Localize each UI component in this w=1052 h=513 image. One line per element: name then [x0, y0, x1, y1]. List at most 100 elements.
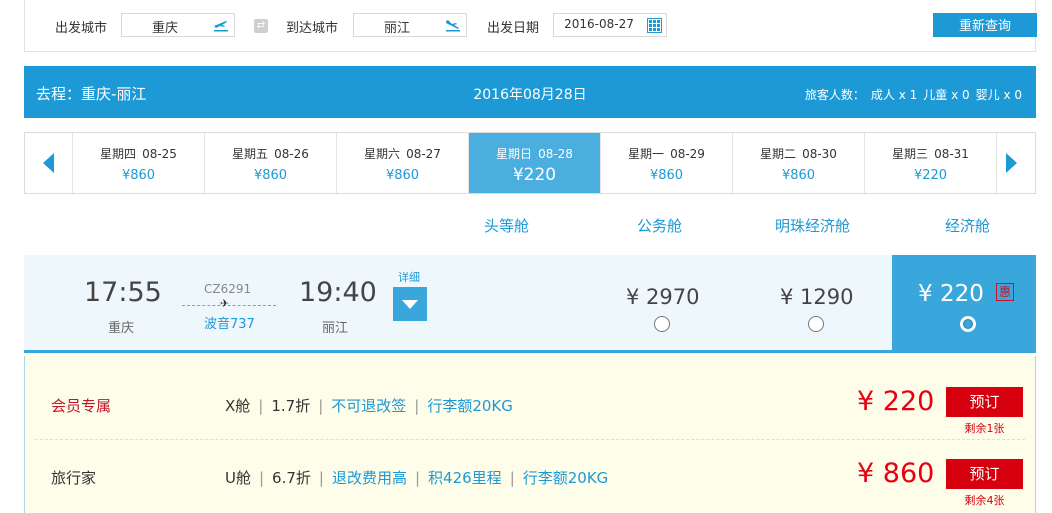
- detail-label[interactable]: 详细: [398, 269, 420, 285]
- lowest-price: ¥220: [512, 165, 557, 185]
- discount-badge: 惠: [996, 283, 1014, 301]
- date-label: 出发日期: [487, 21, 540, 36]
- date-value: 2016-08-27: [564, 17, 634, 31]
- departure-city: 重庆: [108, 321, 135, 336]
- date-input[interactable]: 2016-08-27: [553, 13, 667, 37]
- expand-detail-button[interactable]: [393, 287, 427, 321]
- flight-row: 17:55 重庆 CZ6291 ✈ 波音737 19:40 丽江 详细 ¥ 29…: [24, 255, 1036, 353]
- date: 08-25: [142, 147, 177, 161]
- date: 08-28: [538, 147, 573, 161]
- seats-remaining: 剩余4张: [964, 494, 1005, 507]
- lowest-price: ¥860: [781, 168, 816, 183]
- date-selector: 星期四 08-25 ¥860 星期五 08-26 ¥860 星期六 08-27 ¥86…: [24, 132, 1036, 194]
- price-economy: ¥ 220: [918, 281, 984, 307]
- fare-price: ¥ 860: [857, 458, 935, 489]
- lowest-price: ¥220: [913, 168, 948, 183]
- price-pearl-economy: ¥ 1290: [780, 285, 854, 309]
- lowest-price: ¥860: [385, 168, 420, 183]
- baggage-link[interactable]: 行李额20KG: [523, 469, 609, 487]
- plane-type[interactable]: 波音737: [204, 313, 255, 332]
- arrow-left-icon: [43, 153, 54, 173]
- cabin-header-economy: 经济舱: [945, 217, 991, 235]
- calendar-icon[interactable]: [647, 18, 662, 33]
- fare-options-panel: 会员专属 X舱 | 1.7折 | 不可退改签 | 行李额20KG ¥ 220 预订 剩余1张…: [24, 356, 1036, 513]
- fare-name: 旅行家: [51, 469, 97, 487]
- passenger-count: 旅客人数： 成人 x 1 儿童 x 0 婴儿 x 0: [799, 86, 1022, 103]
- date: 08-26: [274, 147, 309, 161]
- book-button[interactable]: 预订: [946, 387, 1023, 417]
- weekday: 星期四: [100, 147, 137, 161]
- adult-count: 成人 x 1: [870, 88, 918, 102]
- to-city-value: 丽江: [383, 21, 410, 36]
- date: 08-27: [406, 147, 441, 161]
- cabin-header-pearl-economy: 明珠经济舱: [775, 217, 851, 235]
- to-city-label: 到达城市: [286, 21, 339, 36]
- swap-cities-icon[interactable]: ⇄: [254, 19, 268, 33]
- infant-count: 婴儿 x 0: [975, 88, 1022, 102]
- weekday: 星期五: [232, 147, 269, 161]
- prev-dates-button[interactable]: [25, 133, 73, 193]
- radio-dot: [964, 320, 972, 328]
- arrival-city: 丽江: [322, 321, 349, 336]
- fare-details: U舱 | 6.7折 | 退改费用高 | 积426里程 | 行李额20KG: [225, 469, 609, 487]
- weekday: 星期三: [892, 147, 929, 161]
- radio-first-class[interactable]: [654, 316, 670, 332]
- refund-rule-link[interactable]: 不可退改签: [331, 397, 406, 415]
- lowest-price: ¥860: [253, 168, 288, 183]
- economy-cell-selected[interactable]: ¥ 220 惠: [892, 255, 1036, 353]
- date: 08-31: [934, 147, 969, 161]
- lowest-price: ¥860: [121, 168, 156, 183]
- search-bar: 出发城市 重庆 ⇄ 到达城市 丽江 出发日期 2016-08-27 重新查询: [24, 0, 1037, 52]
- arrival-plane-icon: [446, 20, 460, 32]
- from-city-value: 重庆: [151, 21, 178, 36]
- date-tab-0826[interactable]: 星期五 08-26 ¥860: [205, 133, 337, 193]
- cabin-class: X舱: [225, 397, 251, 415]
- from-city-input[interactable]: 重庆: [121, 13, 235, 37]
- book-button[interactable]: 预订: [946, 459, 1023, 489]
- arrow-right-icon: [1006, 153, 1017, 173]
- date: 08-29: [670, 147, 705, 161]
- weekday: 星期日: [496, 147, 533, 161]
- date-tab-0828-active[interactable]: 星期日 08-28 ¥220: [469, 133, 601, 193]
- price-first-class: ¥ 2970: [626, 285, 700, 309]
- date-tab-0829[interactable]: 星期一 08-29 ¥860: [601, 133, 733, 193]
- departure-plane-icon: [214, 21, 228, 32]
- radio-pearl-economy[interactable]: [808, 316, 824, 332]
- weekday: 星期一: [628, 147, 665, 161]
- date-tab-0827[interactable]: 星期六 08-27 ¥860: [337, 133, 469, 193]
- seats-remaining: 剩余1张: [964, 422, 1005, 435]
- cabin-class: U舱: [225, 469, 251, 487]
- fare-row: 旅行家 U舱 | 6.7折 | 退改费用高 | 积426里程 | 行李额20KG ¥ 860 预…: [35, 440, 1025, 512]
- fare-row: 会员专属 X舱 | 1.7折 | 不可退改签 | 行李额20KG ¥ 220 预订 剩余1张: [35, 368, 1025, 440]
- plane-icon: ✈: [220, 297, 230, 310]
- cabin-header-business: 公务舱: [637, 217, 683, 235]
- fare-price: ¥ 220: [857, 386, 935, 417]
- child-count: 儿童 x 0: [923, 88, 970, 102]
- to-city-input[interactable]: 丽江: [353, 13, 467, 37]
- research-button[interactable]: 重新查询: [933, 13, 1037, 37]
- arrival-time: 19:40: [299, 277, 377, 308]
- next-dates-button[interactable]: [987, 133, 1035, 193]
- departure-time: 17:55: [84, 277, 162, 308]
- mileage-link[interactable]: 积426里程: [428, 469, 502, 487]
- baggage-link[interactable]: 行李额20KG: [427, 397, 513, 415]
- fare-name: 会员专属: [51, 397, 112, 415]
- chevron-down-icon: [402, 300, 418, 309]
- weekday: 星期二: [760, 147, 797, 161]
- radio-economy-selected[interactable]: [960, 316, 976, 332]
- passenger-label: 旅客人数：: [804, 88, 865, 102]
- route-header: 去程：重庆-丽江 2016年08月28日 旅客人数： 成人 x 1 儿童 x 0 婴儿…: [24, 66, 1036, 118]
- date: 08-30: [802, 147, 837, 161]
- discount: 6.7折: [272, 469, 311, 487]
- date-tab-0830[interactable]: 星期二 08-30 ¥860: [733, 133, 865, 193]
- fare-details: X舱 | 1.7折 | 不可退改签 | 行李额20KG: [225, 397, 513, 415]
- discount: 1.7折: [271, 397, 311, 415]
- from-city-label: 出发城市: [55, 21, 108, 36]
- flight-number: CZ6291: [204, 282, 252, 296]
- refund-rule-link[interactable]: 退改费用高: [332, 469, 407, 487]
- date-tab-0825[interactable]: 星期四 08-25 ¥860: [73, 133, 205, 193]
- lowest-price: ¥860: [649, 168, 684, 183]
- weekday: 星期六: [364, 147, 401, 161]
- cabin-header-first: 头等舱: [484, 217, 530, 235]
- date-tab-0831[interactable]: 星期三 08-31 ¥220: [865, 133, 997, 193]
